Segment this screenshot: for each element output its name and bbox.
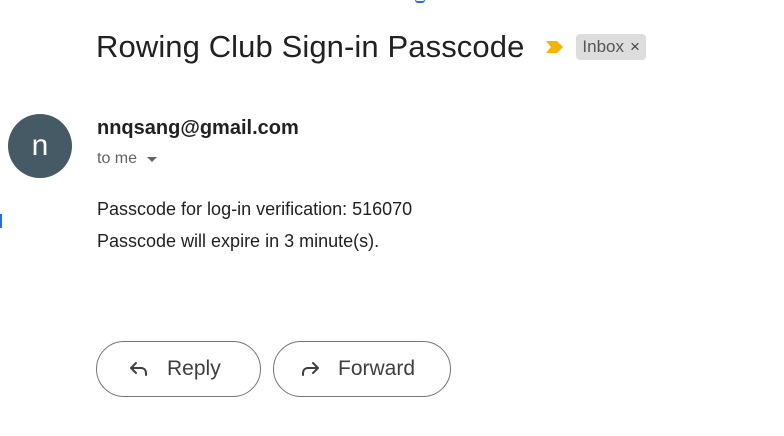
email-subject: Rowing Club Sign-in Passcode bbox=[96, 29, 525, 64]
avatar-letter: n bbox=[31, 129, 49, 162]
email-body: Passcode for log-in verification: 516070… bbox=[97, 193, 412, 257]
recipient-summary: to me bbox=[97, 150, 138, 167]
avatar[interactable]: n bbox=[8, 114, 72, 178]
edge-artifact-top bbox=[415, 0, 425, 3]
reply-button-label: Reply bbox=[167, 357, 221, 380]
importance-marker-icon[interactable] bbox=[544, 38, 566, 56]
label-chip-inbox: Inbox × bbox=[576, 34, 646, 60]
forward-button-label: Forward bbox=[338, 357, 416, 380]
subject-row: Rowing Club Sign-in Passcode Inbox × bbox=[96, 26, 646, 68]
body-line: Passcode for log-in verification: 516070 bbox=[97, 199, 413, 219]
forward-button[interactable]: Forward bbox=[273, 341, 451, 397]
sender-address[interactable]: nnqsang@gmail.com bbox=[97, 117, 299, 140]
recipient-details-toggle[interactable]: to me bbox=[97, 150, 158, 168]
chevron-down-icon bbox=[147, 156, 158, 162]
label-remove-icon[interactable]: × bbox=[630, 34, 640, 60]
reply-button[interactable]: Reply bbox=[96, 341, 261, 397]
reply-icon bbox=[127, 357, 151, 381]
forward-icon bbox=[298, 357, 322, 381]
email-view: Rowing Club Sign-in Passcode Inbox × n n… bbox=[0, 0, 784, 436]
label-chip-text: Inbox bbox=[582, 37, 625, 56]
body-line: Passcode will expire in 3 minute(s). bbox=[97, 231, 380, 251]
edge-artifact-left bbox=[0, 214, 2, 228]
